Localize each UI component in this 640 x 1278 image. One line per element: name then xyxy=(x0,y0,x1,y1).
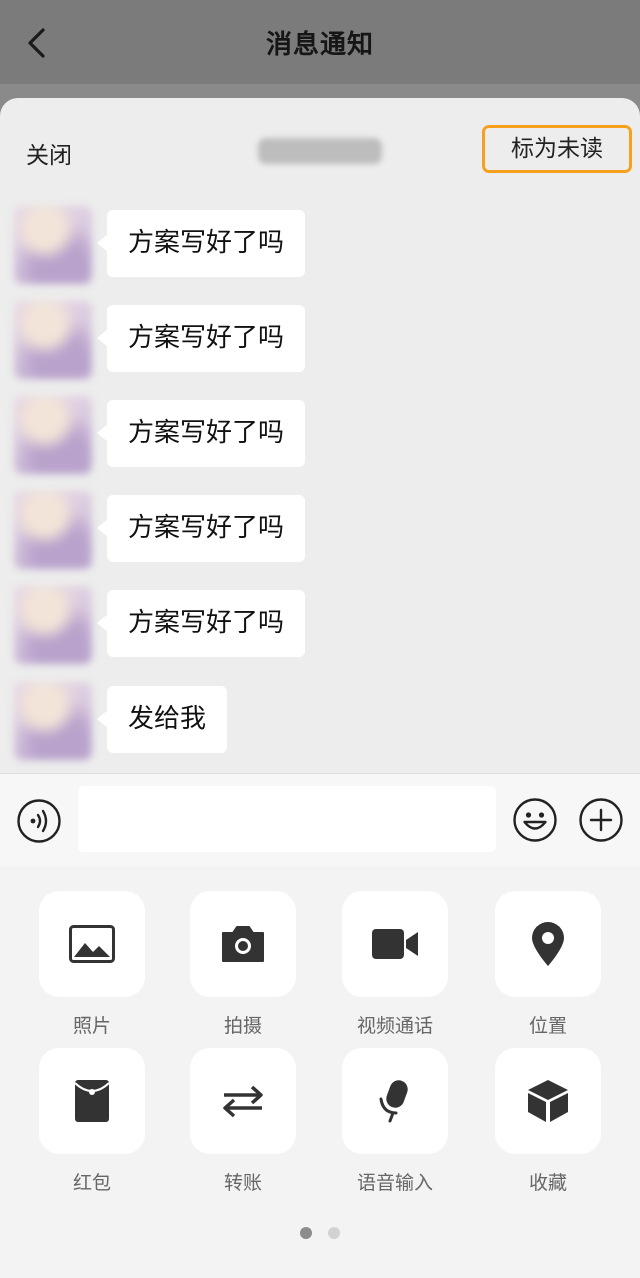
contact-name-blurred xyxy=(258,138,382,164)
photo-icon xyxy=(69,925,115,963)
tile-box xyxy=(190,891,296,997)
red-packet-icon xyxy=(74,1080,110,1122)
panel-item-label: 红包 xyxy=(72,1172,111,1194)
panel-item-camera[interactable]: 拍摄 xyxy=(167,891,319,1038)
emoji-icon[interactable] xyxy=(512,797,558,843)
panel-item-transfer[interactable]: 转账 xyxy=(167,1048,319,1195)
tile-box xyxy=(342,1048,448,1154)
video-call-icon xyxy=(372,929,418,959)
transfer-icon xyxy=(223,1085,263,1118)
tile-box xyxy=(342,891,448,997)
page-indicator xyxy=(0,1224,640,1243)
plus-icon[interactable] xyxy=(578,797,624,843)
tile-box xyxy=(190,1048,296,1154)
panel-item-voice-input[interactable]: 语音输入 xyxy=(319,1048,471,1195)
message-text-input[interactable] xyxy=(78,786,496,852)
page-dot[interactable] xyxy=(328,1227,340,1239)
message-bubble[interactable]: 发给我 xyxy=(96,686,228,753)
camera-icon xyxy=(222,926,264,962)
page-dot-active[interactable] xyxy=(300,1227,312,1239)
page-title: 消息通知 xyxy=(265,30,374,60)
panel-item-photo[interactable]: 照片 xyxy=(16,891,168,1038)
microphone-icon xyxy=(379,1080,408,1123)
panel-item-label: 拍摄 xyxy=(223,1015,262,1037)
message-bubble[interactable]: 方案写好了吗 xyxy=(96,590,306,657)
message-row: 方案写好了吗 xyxy=(0,396,640,474)
panel-item-label: 转账 xyxy=(223,1172,262,1194)
message-bubble[interactable]: 方案写好了吗 xyxy=(96,305,306,372)
message-row: 方案写好了吗 xyxy=(0,586,640,664)
favorites-icon xyxy=(528,1080,568,1122)
message-bubble[interactable]: 方案写好了吗 xyxy=(96,400,306,467)
top-navigation-bar: 消息通知 xyxy=(0,0,640,84)
avatar[interactable] xyxy=(14,206,92,284)
avatar[interactable] xyxy=(14,396,92,474)
panel-item-label: 收藏 xyxy=(528,1172,567,1194)
tile-box xyxy=(495,891,601,997)
mark-unread-button[interactable]: 标为未读 xyxy=(482,125,632,173)
avatar[interactable] xyxy=(14,586,92,664)
message-row: 方案写好了吗 xyxy=(0,301,640,379)
chat-preview-sheet: 关闭 标为未读 方案写好了吗 方案写好了吗 方案写好了吗 方案写好了吗 方案写好… xyxy=(0,98,640,1278)
panel-item-red-packet[interactable]: 红包 xyxy=(16,1048,168,1195)
panel-item-favorites[interactable]: 收藏 xyxy=(472,1048,624,1195)
panel-item-label: 位置 xyxy=(528,1015,567,1037)
tile-box xyxy=(39,1048,145,1154)
message-row: 发给我 xyxy=(0,682,640,760)
panel-item-label: 照片 xyxy=(72,1015,111,1037)
panel-item-label: 视频通话 xyxy=(356,1015,433,1037)
panel-item-location[interactable]: 位置 xyxy=(472,891,624,1038)
tile-box xyxy=(495,1048,601,1154)
panel-item-video-call[interactable]: 视频通话 xyxy=(319,891,471,1038)
tile-box xyxy=(39,891,145,997)
message-row: 方案写好了吗 xyxy=(0,491,640,569)
location-icon xyxy=(532,922,564,966)
panel-item-label: 语音输入 xyxy=(356,1172,433,1194)
message-bubble[interactable]: 方案写好了吗 xyxy=(96,210,306,277)
voice-input-icon[interactable] xyxy=(16,798,62,844)
more-functions-panel: 照片 拍摄 视频通话 位置 红包 转账 语音输入 收藏 xyxy=(0,866,640,1278)
avatar[interactable] xyxy=(14,682,92,760)
close-button[interactable]: 关闭 xyxy=(26,136,72,170)
avatar[interactable] xyxy=(14,491,92,569)
message-bubble[interactable]: 方案写好了吗 xyxy=(96,495,306,562)
avatar[interactable] xyxy=(14,301,92,379)
sheet-header: 关闭 标为未读 xyxy=(0,98,640,198)
message-row: 方案写好了吗 xyxy=(0,206,640,284)
message-input-bar xyxy=(0,773,640,867)
